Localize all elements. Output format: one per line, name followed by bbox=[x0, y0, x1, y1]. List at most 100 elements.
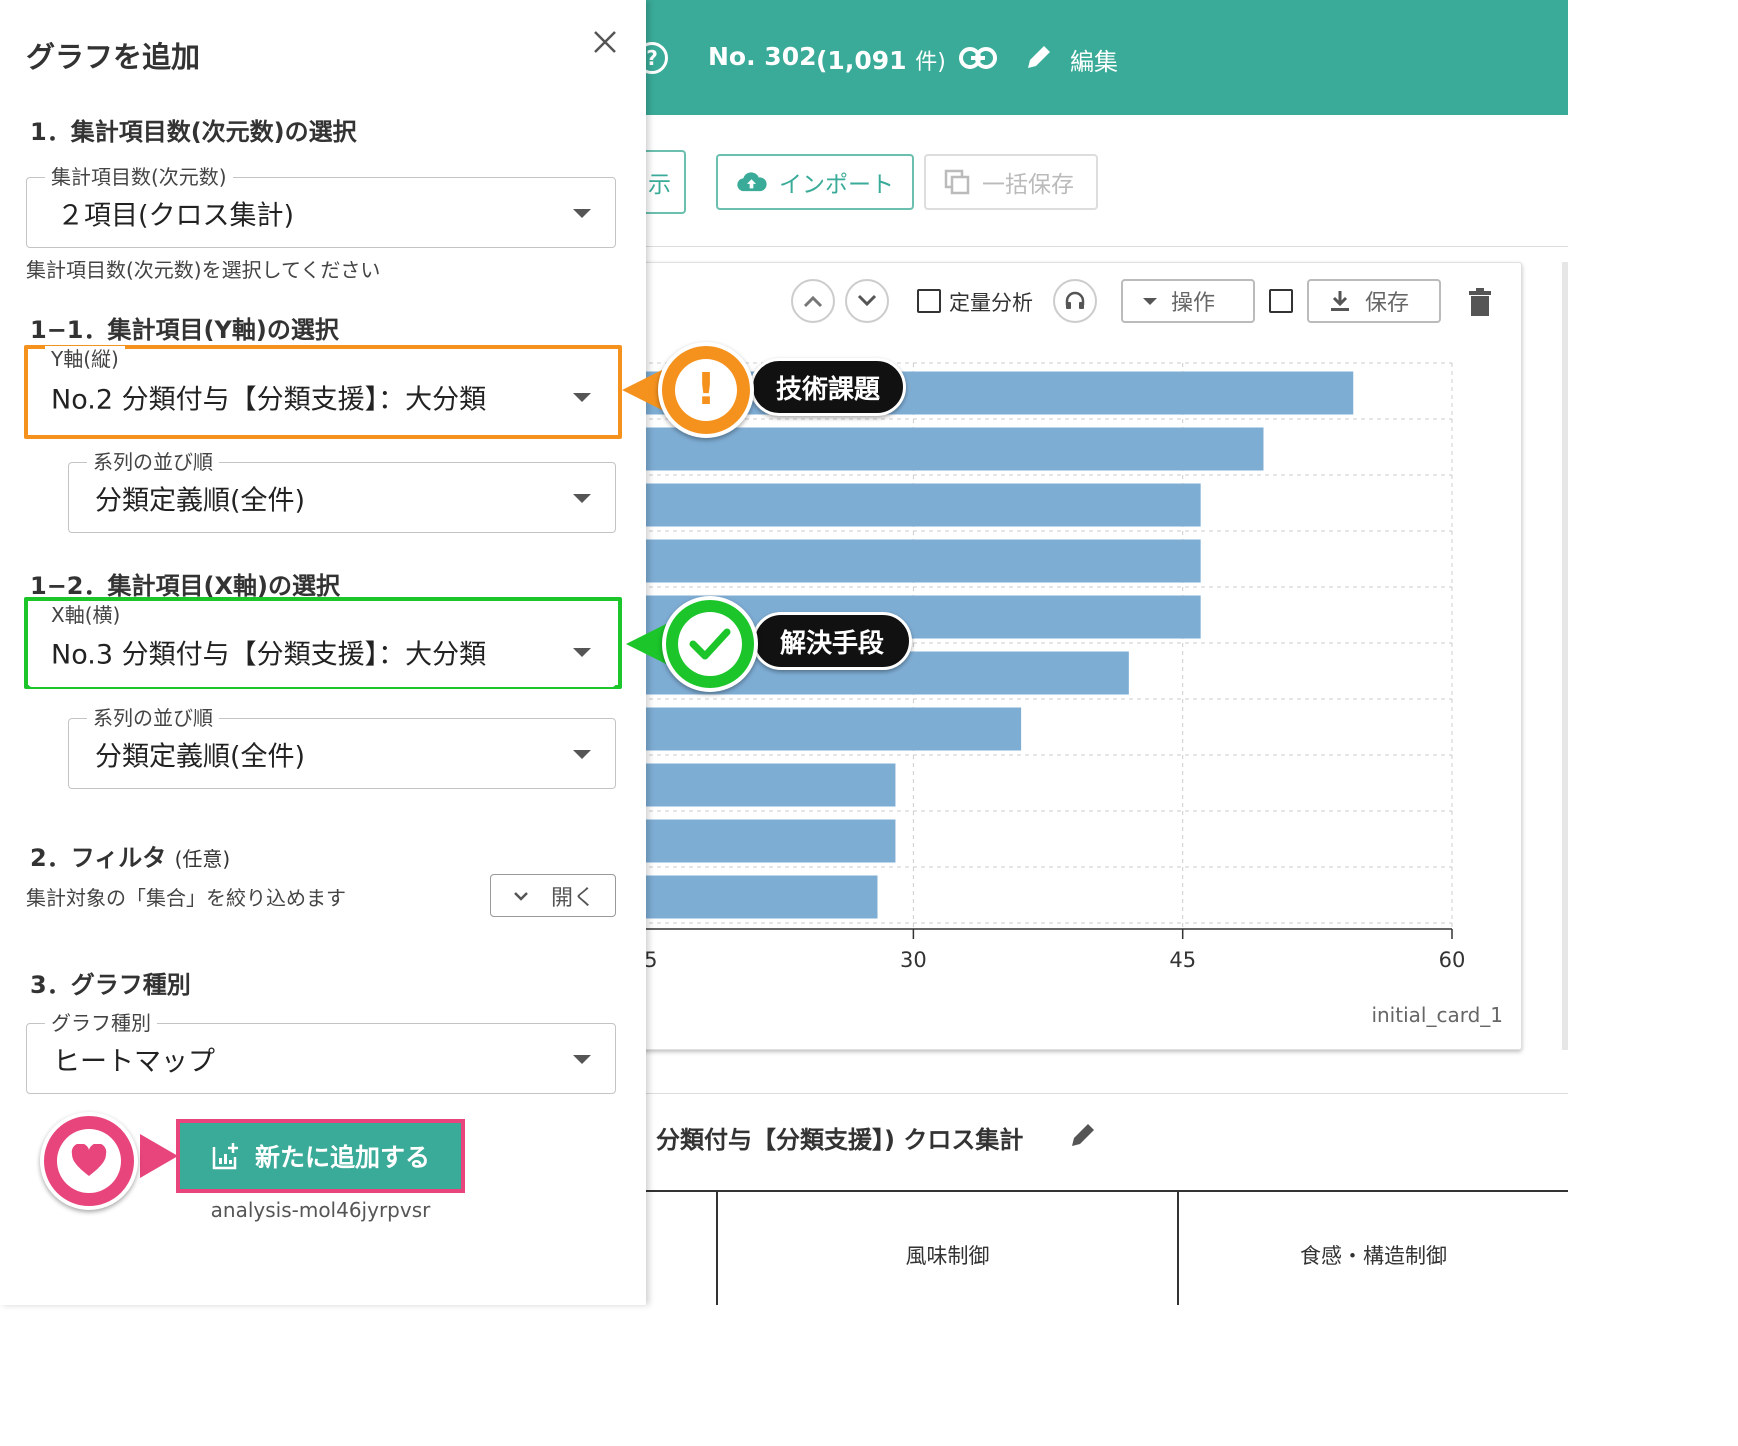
chart-type-select-label: グラフ種別 bbox=[45, 1010, 157, 1036]
card-id: initial_card_1 bbox=[1371, 1003, 1503, 1027]
x-tick-label: 30 bbox=[900, 948, 927, 972]
display-button-label: 示 bbox=[648, 172, 671, 198]
filter-open-label: 開く bbox=[551, 885, 596, 911]
section-chart-type-heading: 3．グラフ種別 bbox=[30, 971, 191, 999]
operation-label: 操作 bbox=[1171, 291, 1216, 316]
x-axis-select-label: X軸(横) bbox=[45, 602, 127, 628]
record-count: (1,091 件) bbox=[816, 44, 946, 76]
save-label: 保存 bbox=[1365, 291, 1410, 316]
check-badge bbox=[662, 596, 758, 692]
dimension-select-value: ２項目(クロス集計) bbox=[57, 200, 295, 231]
trash-icon[interactable] bbox=[1467, 287, 1493, 317]
table-header-cell: 食感・構造制御 bbox=[1300, 1244, 1447, 1268]
section-divider bbox=[600, 1093, 1568, 1094]
callout-pointer bbox=[622, 370, 662, 410]
dimension-select-label: 集計項目数(次元数) bbox=[45, 164, 233, 190]
callout-solution: 解決手段 bbox=[626, 596, 920, 692]
copy-icon bbox=[944, 169, 970, 195]
callout-tech-issue: 技術課題 ! bbox=[622, 342, 920, 438]
toolbar-divider bbox=[600, 246, 1568, 247]
chart-bar bbox=[601, 539, 1201, 583]
caret-down-icon bbox=[573, 749, 591, 759]
add-new-button[interactable]: 新たに追加する bbox=[176, 1119, 465, 1193]
save-button[interactable]: 保存 bbox=[1307, 279, 1441, 323]
bulk-save-button-label: 一括保存 bbox=[982, 172, 1074, 198]
x-order-select-label: 系列の並び順 bbox=[87, 705, 219, 731]
caret-down-icon bbox=[573, 648, 591, 657]
x-axis-select-value: No.3 分類付与【分類支援】：大分類 bbox=[51, 639, 487, 671]
bulk-save-button[interactable]: 一括保存 bbox=[924, 154, 1098, 210]
operation-menu-button[interactable]: 操作 bbox=[1121, 279, 1255, 323]
y-axis-select-label: Y軸(縦) bbox=[45, 346, 125, 372]
table-header-cell: 風味制御 bbox=[905, 1244, 990, 1268]
close-icon[interactable] bbox=[592, 29, 618, 55]
chart-type-select[interactable]: グラフ種別 ヒートマップ bbox=[26, 1010, 616, 1094]
quant-analysis-label: 定量分析 bbox=[949, 291, 1033, 315]
check-icon bbox=[689, 628, 731, 660]
headset-icon bbox=[1065, 291, 1085, 309]
exclamation-icon: ! bbox=[695, 364, 717, 415]
table-top-border bbox=[600, 1190, 1568, 1192]
select-checkbox[interactable] bbox=[1269, 289, 1293, 313]
chart-type-select-value: ヒートマップ bbox=[53, 1046, 215, 1077]
quant-analysis-checkbox[interactable] bbox=[917, 289, 941, 313]
x-axis-select[interactable]: X軸(横) No.3 分類付与【分類支援】：大分類 bbox=[28, 602, 616, 687]
section-dimension-heading: 1．集計項目数(次元数)の選択 bbox=[30, 118, 357, 146]
heart-badge-pointer bbox=[140, 1134, 178, 1178]
caret-down-icon bbox=[573, 393, 591, 402]
x-order-select-value: 分類定義順(全件) bbox=[95, 741, 306, 772]
cloud-upload-icon bbox=[737, 172, 767, 192]
section-y-axis-heading: 1−1．集計項目(Y軸)の選択 bbox=[30, 316, 339, 344]
caret-down-icon bbox=[573, 493, 591, 503]
x-tick-label: 45 bbox=[1169, 948, 1196, 972]
caret-down-icon bbox=[1143, 297, 1157, 305]
caret-down-icon bbox=[573, 208, 591, 218]
pencil-icon[interactable] bbox=[1024, 42, 1054, 72]
callout-pointer bbox=[626, 624, 666, 664]
download-icon bbox=[1331, 291, 1349, 311]
y-axis-select-value: No.2 分類付与【分類支援】：大分類 bbox=[51, 384, 487, 416]
side-scroll-edge bbox=[1562, 262, 1568, 1050]
x-order-select[interactable]: 系列の並び順 分類定義順(全件) bbox=[68, 705, 616, 789]
filter-open-button[interactable]: 開く bbox=[490, 874, 616, 917]
section-filter-heading: 2．フィルタ (任意) bbox=[30, 838, 230, 873]
cross-title: 分類付与【分類支援】) クロス集計 bbox=[656, 1126, 1024, 1154]
section-filter-title: 2．フィルタ bbox=[30, 844, 167, 872]
y-order-select-value: 分類定義順(全件) bbox=[95, 485, 306, 516]
callout-solution-label: 解決手段 bbox=[752, 612, 912, 670]
record-count-value: (1,091 bbox=[816, 46, 907, 75]
import-button-label: インポート bbox=[779, 172, 894, 198]
y-order-select-label: 系列の並び順 bbox=[87, 449, 219, 475]
heart-badge bbox=[40, 1112, 138, 1210]
y-axis-select[interactable]: Y軸(縦) No.2 分類付与【分類支援】：大分類 bbox=[28, 346, 616, 433]
warning-badge: ! bbox=[658, 342, 754, 438]
dimension-select[interactable]: 集計項目数(次元数) ２項目(クロス集計) bbox=[26, 164, 616, 248]
link-icon[interactable] bbox=[958, 44, 998, 72]
record-count-unit: 件) bbox=[915, 50, 946, 75]
x-tick-label: 60 bbox=[1439, 948, 1466, 972]
move-up-button[interactable] bbox=[791, 279, 835, 323]
support-button[interactable] bbox=[1053, 279, 1097, 323]
callout-tech-issue-label: 技術課題 bbox=[750, 358, 906, 416]
project-number: No. 302 bbox=[708, 42, 817, 71]
analysis-id: analysis-mol46jyrpvsr bbox=[210, 1198, 431, 1222]
add-chart-icon bbox=[212, 1143, 238, 1170]
chevron-down-icon bbox=[514, 891, 528, 901]
chart-bar bbox=[601, 483, 1201, 527]
chevron-up-icon bbox=[803, 295, 823, 308]
edit-link[interactable]: 編集 bbox=[1070, 42, 1118, 77]
add-graph-panel: グラフを追加 1．集計項目数(次元数)の選択 集計項目数(次元数) ２項目(クロ… bbox=[0, 0, 646, 1305]
dimension-helper-text: 集計項目数(次元数)を選択してください bbox=[26, 258, 381, 282]
caret-down-icon bbox=[573, 1054, 591, 1064]
chevron-down-icon bbox=[857, 294, 877, 307]
pencil-icon[interactable] bbox=[1068, 1120, 1098, 1150]
y-order-select[interactable]: 系列の並び順 分類定義順(全件) bbox=[68, 449, 616, 533]
add-new-button-label: 新たに追加する bbox=[254, 1143, 430, 1172]
chart-bar bbox=[601, 707, 1022, 751]
panel-title: グラフを追加 bbox=[26, 40, 201, 74]
filter-helper-text: 集計対象の「集合」を絞り込めます bbox=[26, 886, 346, 910]
section-filter-optional: (任意) bbox=[174, 847, 231, 871]
move-down-button[interactable] bbox=[845, 279, 889, 323]
heart-icon bbox=[71, 1144, 107, 1176]
import-button[interactable]: インポート bbox=[716, 154, 914, 210]
